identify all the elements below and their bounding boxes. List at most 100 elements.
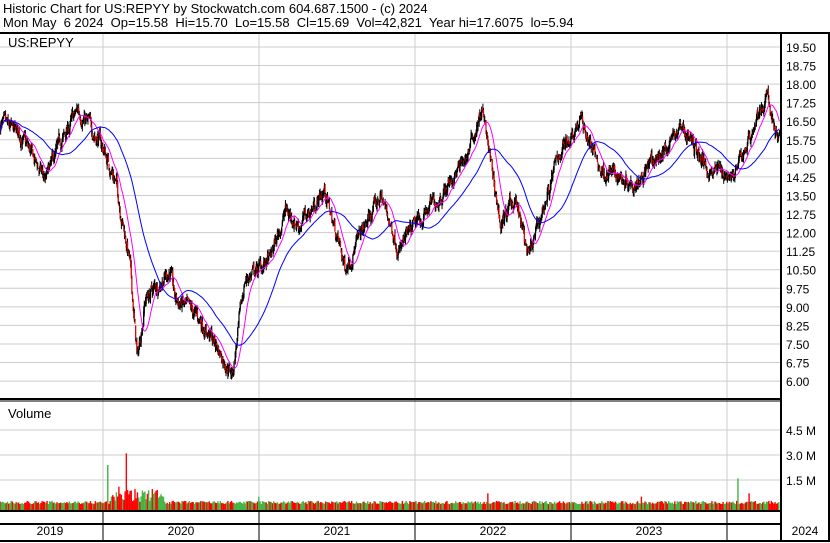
price-tick-label: 11.25 — [786, 245, 815, 259]
volume-bar — [133, 500, 135, 510]
volume-bar — [313, 503, 316, 510]
volume-bar — [136, 492, 139, 510]
volume-bar — [138, 497, 140, 510]
candle-body — [705, 161, 707, 166]
volume-bar — [404, 502, 406, 510]
volume-bar — [266, 503, 269, 510]
candle-body — [233, 361, 235, 372]
volume-bar — [328, 502, 331, 510]
year-label: 2020 — [168, 524, 195, 538]
volume-bar — [135, 498, 137, 510]
volume-bar — [458, 501, 461, 510]
candle-body — [559, 154, 561, 159]
volume-bar — [128, 494, 130, 510]
volume-bar — [292, 502, 295, 510]
volume-bar — [447, 503, 449, 510]
candle-body — [64, 132, 66, 134]
volume-bar — [575, 502, 577, 510]
volume-bar — [690, 501, 692, 510]
candle-body — [81, 123, 83, 128]
short-moving-average — [0, 104, 780, 369]
price-tick-label: 12.75 — [786, 208, 816, 222]
volume-bar — [144, 491, 146, 510]
volume-bar — [213, 501, 215, 510]
volume-bar — [6, 501, 9, 510]
candle-body — [526, 251, 529, 253]
volume-bar — [688, 502, 691, 510]
volume-bar — [77, 501, 79, 510]
volume-bar — [482, 503, 484, 510]
volume-bar — [414, 501, 416, 510]
candle-body — [578, 120, 581, 128]
volume-bar — [623, 503, 625, 510]
volume-bar — [726, 501, 728, 510]
volume-bar — [778, 502, 780, 510]
candle-body — [268, 255, 270, 261]
volume-bar — [296, 501, 298, 510]
volume-bar — [523, 503, 525, 510]
volume-bar — [459, 502, 462, 510]
price-tick-label: 18.75 — [786, 60, 816, 74]
volume-bar — [285, 503, 287, 510]
volume-bar — [592, 504, 594, 510]
candle-body — [749, 133, 751, 139]
volume-bar — [431, 501, 433, 510]
volume-bar — [393, 503, 395, 510]
volume-bar — [265, 502, 267, 510]
volume-bar — [310, 501, 312, 510]
volume-bar — [700, 503, 702, 510]
volume-bar — [90, 503, 93, 510]
volume-bar — [364, 502, 366, 510]
volume-bar — [693, 502, 696, 510]
volume-bar — [758, 503, 760, 510]
volume-bar — [597, 503, 599, 510]
volume-bar — [480, 504, 483, 510]
candle-body — [139, 340, 141, 344]
candle-body — [216, 342, 218, 346]
volume-bar — [466, 503, 468, 510]
volume-bar — [697, 502, 700, 510]
volume-bar — [728, 501, 730, 510]
candle-body — [490, 157, 492, 160]
volume-bar — [125, 453, 128, 510]
volume-bar — [228, 503, 230, 510]
volume-bar — [326, 502, 328, 510]
volume-bar — [744, 502, 747, 510]
volume-bar — [350, 500, 353, 510]
volume-bar — [379, 500, 381, 510]
candle-body — [585, 132, 587, 139]
volume-bar — [129, 490, 131, 510]
volume-bar — [748, 493, 750, 510]
price-tick-label: 17.25 — [786, 97, 816, 111]
volume-bar — [636, 501, 639, 510]
candle-body — [750, 137, 753, 139]
volume-bar — [634, 504, 636, 510]
volume-bar — [31, 504, 33, 510]
volume-bar — [409, 501, 411, 510]
volume-bar — [544, 502, 546, 510]
volume-bar — [503, 502, 505, 510]
volume-bar — [24, 502, 26, 510]
volume-bar — [56, 502, 58, 510]
volume-bar — [757, 503, 759, 510]
volume-bar — [620, 501, 623, 510]
volume-bar — [724, 503, 727, 510]
volume-bar — [641, 502, 644, 510]
volume-bar — [294, 502, 296, 510]
candle-body — [536, 221, 538, 223]
volume-bar — [676, 501, 678, 510]
volume-bar — [239, 501, 241, 510]
volume-bar — [151, 489, 154, 510]
volume-bar — [674, 501, 676, 510]
volume-bar — [639, 503, 641, 510]
volume-bar — [381, 501, 384, 510]
volume-bar — [8, 503, 10, 510]
volume-bar — [344, 501, 347, 510]
volume-bar — [477, 501, 479, 510]
volume-bar — [295, 503, 297, 510]
volume-bar — [509, 501, 511, 510]
volume-bar — [561, 502, 563, 510]
volume-bar — [198, 502, 201, 510]
volume-bar — [774, 502, 776, 510]
volume-bar — [99, 501, 102, 510]
